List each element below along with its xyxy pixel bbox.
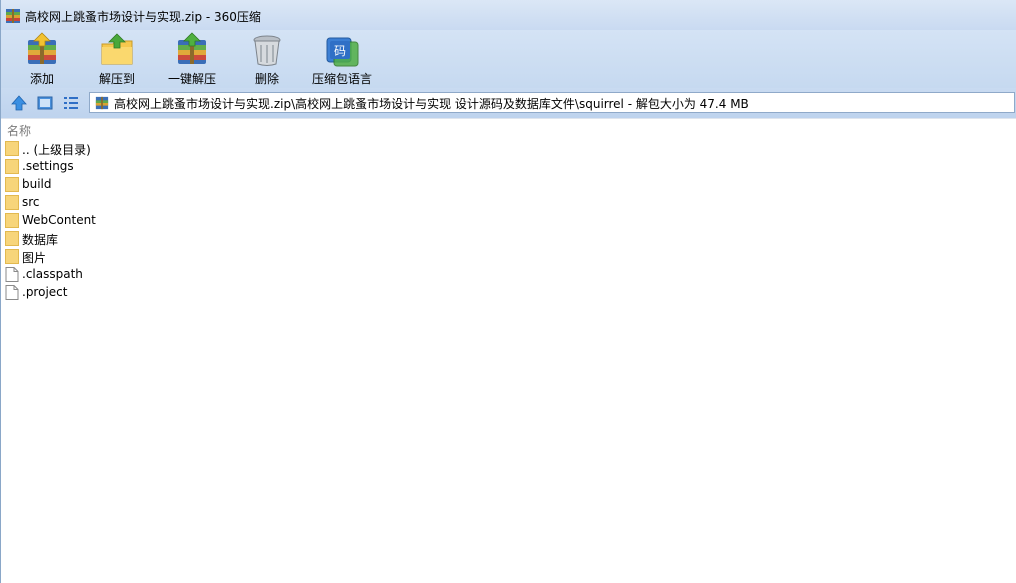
list-item[interactable]: .settings (1, 158, 1016, 176)
title-bar: 高校网上跳蚤市场设计与实现.zip - 360压缩 (1, 0, 1016, 30)
file-name: build (22, 177, 52, 191)
extract-to-button[interactable]: 解压到 (82, 30, 152, 88)
file-icon (5, 267, 19, 282)
add-archive-icon (28, 32, 56, 64)
archive-language-label: 压缩包语言 (311, 72, 372, 86)
one-click-extract-button[interactable]: 一键解压 (157, 30, 227, 88)
file-name: 图片 (22, 251, 47, 265)
extract-to-icon (101, 33, 133, 65)
app-window: 高校网上跳蚤市场设计与实现.zip - 360压缩 添加 解压到 一键解压 删除… (0, 0, 1016, 583)
name-column-header[interactable]: 名称 (7, 122, 31, 139)
extract-to-label: 解压到 (98, 72, 135, 86)
file-list: .. (上级目录) .settings build src WebContent… (1, 140, 1016, 302)
file-name: .settings (22, 159, 74, 173)
archive-icon (95, 96, 109, 110)
file-name: 数据库 (22, 233, 59, 247)
folder-icon (5, 213, 19, 228)
list-item[interactable]: .classpath (1, 266, 1016, 284)
window-title: 高校网上跳蚤市场设计与实现.zip - 360压缩 (25, 10, 261, 24)
add-button-label: 添加 (29, 72, 54, 86)
folder-icon (5, 249, 19, 264)
one-click-extract-icon (178, 32, 206, 64)
address-bar[interactable]: 高校网上跳蚤市场设计与实现.zip\高校网上跳蚤市场设计与实现 设计源码及数据库… (89, 92, 1015, 113)
file-name: .project (22, 285, 68, 299)
large-icon-view-icon[interactable] (37, 95, 53, 111)
list-item[interactable]: .project (1, 284, 1016, 302)
list-item[interactable]: WebContent (1, 212, 1016, 230)
archive-app-icon (6, 9, 20, 23)
file-name: .. (上级目录) (22, 143, 91, 157)
svg-text:码: 码 (334, 44, 346, 58)
file-name: .classpath (22, 267, 83, 281)
navigation-bar: 高校网上跳蚤市场设计与实现.zip\高校网上跳蚤市场设计与实现 设计源码及数据库… (1, 88, 1016, 118)
folder-icon (5, 159, 19, 174)
list-item[interactable]: 数据库 (1, 230, 1016, 248)
folder-icon (5, 195, 19, 210)
list-view-icon[interactable] (63, 95, 79, 111)
folder-icon (5, 141, 19, 156)
archive-language-button[interactable]: 码 压缩包语言 (307, 30, 377, 88)
one-click-extract-label: 一键解压 (167, 72, 216, 86)
file-name: src (22, 195, 40, 209)
list-item[interactable]: .. (上级目录) (1, 140, 1016, 158)
list-item[interactable]: build (1, 176, 1016, 194)
delete-label: 删除 (254, 72, 279, 86)
encoding-icon: 码 (326, 37, 359, 67)
file-name: WebContent (22, 213, 96, 227)
address-path: 高校网上跳蚤市场设计与实现.zip\高校网上跳蚤市场设计与实现 设计源码及数据库… (114, 97, 749, 111)
folder-icon (5, 231, 19, 246)
trash-icon (253, 35, 281, 66)
file-list-header: 名称 (1, 118, 1016, 139)
list-item[interactable]: src (1, 194, 1016, 212)
toolbar: 添加 解压到 一键解压 删除 码 压缩包语言 (1, 30, 1016, 88)
up-arrow-icon[interactable] (11, 95, 27, 111)
add-button[interactable]: 添加 (7, 30, 77, 88)
folder-icon (5, 177, 19, 192)
file-icon (5, 285, 19, 300)
delete-button[interactable]: 删除 (232, 30, 302, 88)
list-item[interactable]: 图片 (1, 248, 1016, 266)
